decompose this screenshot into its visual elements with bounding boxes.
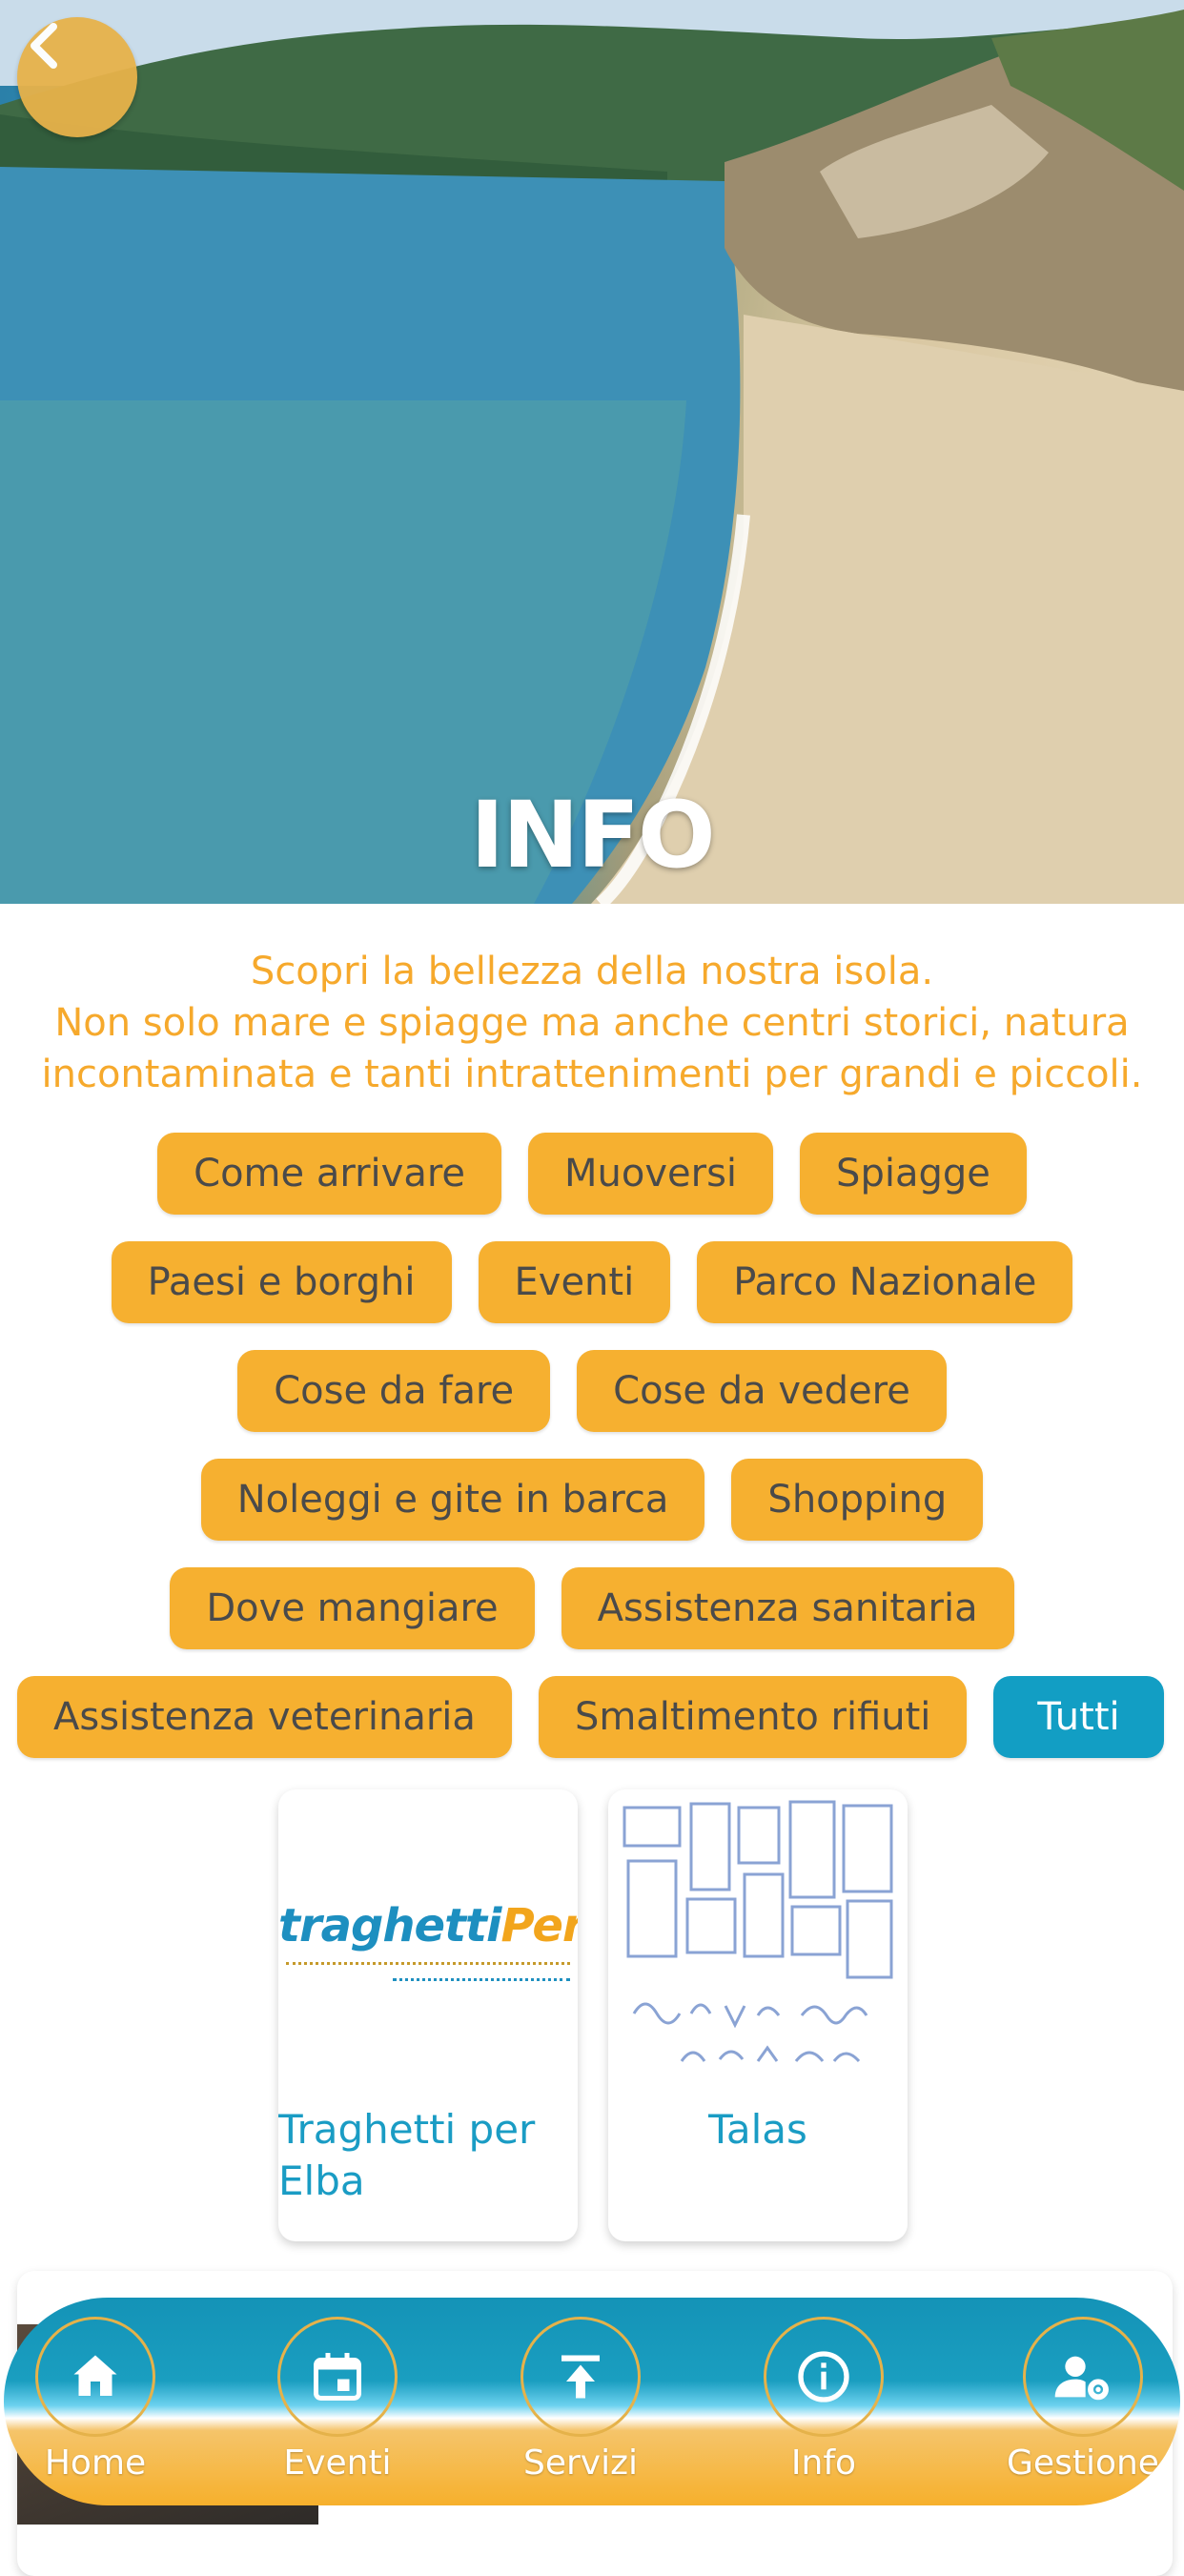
- filter-assistenza-sanitaria[interactable]: Assistenza sanitaria: [561, 1567, 1014, 1649]
- filter-row: Noleggi e gite in barca Shopping: [0, 1459, 1184, 1541]
- filter-tutti[interactable]: Tutti: [993, 1676, 1164, 1758]
- nav-info[interactable]: Info: [747, 2317, 900, 2484]
- nav-label: Gestione: [1007, 2443, 1159, 2483]
- calendar-icon: [277, 2317, 398, 2437]
- home-icon: [35, 2317, 155, 2437]
- filter-row: Dove mangiare Assistenza sanitaria: [0, 1567, 1184, 1649]
- card-talas[interactable]: Talas: [608, 1789, 908, 2241]
- filter-dove-mangiare[interactable]: Dove mangiare: [170, 1567, 535, 1649]
- filter-come-arrivare[interactable]: Come arrivare: [157, 1133, 502, 1215]
- card-title: Traghetti per Elba: [278, 2106, 536, 2204]
- filter-row: Come arrivare Muoversi Spiagge: [0, 1133, 1184, 1215]
- filter-muoversi[interactable]: Muoversi: [528, 1133, 774, 1215]
- logo-text: traghetti: [278, 1899, 501, 1952]
- nav-label: Eventi: [283, 2443, 392, 2483]
- traghettiper-logo: traghettiPer: [278, 1789, 578, 2095]
- filter-spiagge[interactable]: Spiagge: [800, 1133, 1027, 1215]
- filter-row: Paesi e borghi Eventi Parco Nazionale: [0, 1241, 1184, 1323]
- filter-cose-da-vedere[interactable]: Cose da vedere: [577, 1350, 947, 1432]
- card-traghetti-per-elba[interactable]: traghettiPer Traghetti per Elba: [278, 1789, 578, 2241]
- card-title: Talas: [708, 2106, 807, 2153]
- results-grid: traghettiPer Traghetti per Elba Talas: [278, 1789, 908, 2241]
- nav-eventi[interactable]: Eventi: [261, 2317, 414, 2484]
- nav-label: Info: [790, 2443, 857, 2483]
- hero-banner: INFO: [0, 0, 1184, 904]
- filter-row: Assistenza veterinaria Smaltimento rifiu…: [0, 1676, 1184, 1758]
- filter-assistenza-veterinaria[interactable]: Assistenza veterinaria: [17, 1676, 512, 1758]
- nav-servizi[interactable]: Servizi: [504, 2317, 657, 2484]
- filter-smaltimento-rifiuti[interactable]: Smaltimento rifiuti: [538, 1676, 968, 1758]
- user-settings-icon: [1023, 2317, 1143, 2437]
- back-button[interactable]: [17, 17, 137, 137]
- nav-home[interactable]: Home: [19, 2317, 172, 2484]
- filter-row: Cose da fare Cose da vedere: [0, 1350, 1184, 1432]
- filter-eventi[interactable]: Eventi: [478, 1241, 671, 1323]
- logo-text-accent: Per: [500, 1899, 578, 1952]
- filter-paesi-e-borghi[interactable]: Paesi e borghi: [111, 1241, 452, 1323]
- filter-cose-da-fare[interactable]: Cose da fare: [237, 1350, 551, 1432]
- category-filters: Come arrivare Muoversi Spiagge Paesi e b…: [0, 1133, 1184, 1785]
- beach-photo: [0, 0, 1184, 904]
- filter-shopping[interactable]: Shopping: [731, 1459, 984, 1541]
- filter-noleggi-e-gite[interactable]: Noleggi e gite in barca: [200, 1459, 705, 1541]
- intro-text: Scopri la bellezza della nostra isola. N…: [0, 946, 1184, 1100]
- upload-icon: [521, 2317, 641, 2437]
- info-icon: [764, 2317, 884, 2437]
- nav-gestione[interactable]: Gestione: [1007, 2317, 1159, 2484]
- nav-label: Home: [44, 2443, 147, 2483]
- intro-line-1: Scopri la bellezza della nostra isola.: [250, 950, 934, 993]
- talas-logo: [608, 1789, 908, 2095]
- nav-label: Servizi: [522, 2443, 638, 2483]
- page-title: INFO: [470, 782, 715, 889]
- filter-parco-nazionale[interactable]: Parco Nazionale: [697, 1241, 1073, 1323]
- intro-line-2: Non solo mare e spiagge ma anche centri …: [41, 1001, 1143, 1096]
- bottom-navigation: Home Eventi Servizi Info Gestione: [4, 2298, 1180, 2505]
